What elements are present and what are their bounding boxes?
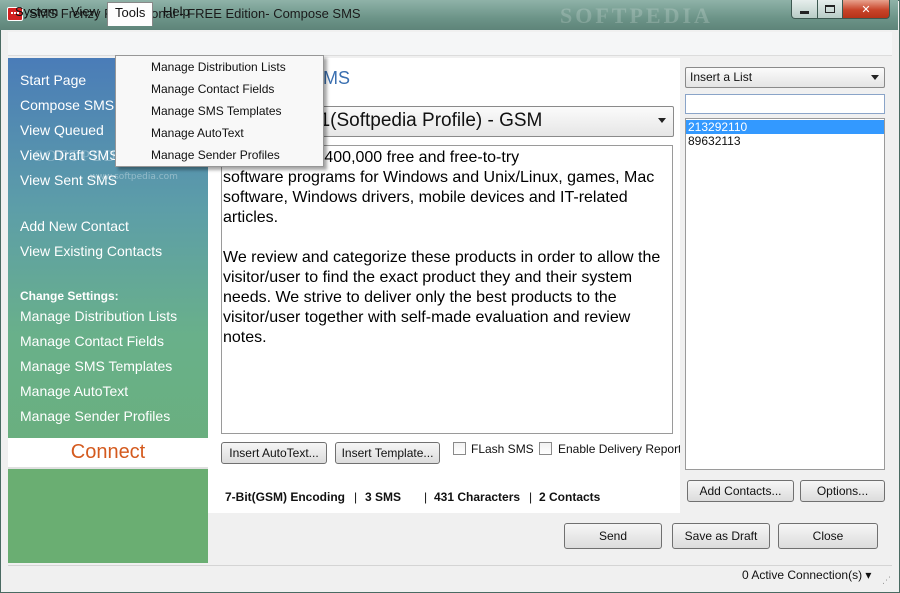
- menu-tools[interactable]: Tools: [107, 2, 154, 26]
- sidebar-watermark-url: www.softpedia.com: [90, 172, 178, 182]
- close-icon: ✕: [861, 2, 871, 16]
- recipient-search-input[interactable]: [685, 94, 885, 114]
- sender-profile-value: 21(Softpedia Profile) - GSM: [309, 110, 543, 131]
- window-close-button[interactable]: ✕: [842, 0, 890, 19]
- dropdown-arrow-icon: ▾: [865, 568, 872, 582]
- menu-bar: [8, 32, 892, 56]
- menu-item-contact-fields[interactable]: Manage Contact Fields: [151, 82, 274, 96]
- save-draft-button[interactable]: Save as Draft: [672, 523, 770, 549]
- message-text: library of over 400,000 free and free-to…: [223, 149, 661, 346]
- chevron-down-icon[interactable]: [658, 118, 666, 123]
- list-item[interactable]: 213292110: [686, 120, 884, 134]
- encoding-status: 7-Bit(GSM) Encoding: [225, 490, 345, 504]
- minimize-button[interactable]: [791, 0, 818, 19]
- menu-item-distribution-lists[interactable]: Manage Distribution Lists: [151, 60, 286, 74]
- sidebar-item-distribution-lists[interactable]: Manage Distribution Lists: [20, 308, 177, 324]
- chevron-down-icon[interactable]: [871, 75, 879, 80]
- resize-grip-icon[interactable]: ⋰: [882, 576, 891, 586]
- distribution-list-value: Insert a List: [690, 70, 753, 84]
- status-separator: |: [354, 490, 358, 504]
- menu-view[interactable]: View: [64, 2, 106, 22]
- connection-status[interactable]: 0 Active Connection(s) ▾: [742, 568, 871, 582]
- maximize-icon: [825, 5, 835, 13]
- options-button[interactable]: Options...: [800, 480, 885, 502]
- flash-sms-checkbox[interactable]: [453, 442, 466, 455]
- sidebar-footer: [8, 469, 208, 563]
- sidebar-item-contact-fields[interactable]: Manage Contact Fields: [20, 333, 164, 349]
- characters-status: 431 Characters: [434, 490, 521, 504]
- sidebar-item-sender-profiles[interactable]: Manage Sender Profiles: [20, 408, 170, 424]
- sms-count-status: 3 SMS: [365, 490, 402, 504]
- add-contacts-button[interactable]: Add Contacts...: [687, 480, 794, 502]
- sidebar-item-compose-sms[interactable]: Compose SMS: [20, 97, 114, 113]
- insert-autotext-button[interactable]: Insert AutoText...: [221, 442, 327, 464]
- sidebar-item-view-contacts[interactable]: View Existing Contacts: [20, 243, 162, 259]
- sidebar-item-autotext[interactable]: Manage AutoText: [20, 383, 128, 399]
- softpedia-watermark: SOFTPEDIA: [560, 3, 713, 28]
- delivery-report-label: Enable Delivery Report: [558, 442, 682, 456]
- menu-system[interactable]: System: [8, 2, 65, 22]
- recipient-list[interactable]: [685, 118, 885, 470]
- sidebar-item-start-page[interactable]: Start Page: [20, 72, 86, 88]
- menu-help[interactable]: Help: [156, 2, 197, 22]
- sidebar-item-view-queued[interactable]: View Queued: [20, 122, 104, 138]
- connection-status-text: 0 Active Connection(s): [742, 568, 863, 582]
- minimize-icon: [800, 10, 809, 14]
- sidebar-item-sms-templates[interactable]: Manage SMS Templates: [20, 358, 172, 374]
- list-item[interactable]: 89632113: [686, 134, 884, 148]
- flash-sms-label: FLash SMS: [471, 442, 534, 456]
- status-separator: |: [529, 490, 533, 504]
- settings-heading: Change Settings:: [20, 289, 119, 303]
- send-button[interactable]: Send: [564, 523, 662, 549]
- delivery-report-checkbox[interactable]: [539, 442, 552, 455]
- contacts-status: 2 Contacts: [539, 490, 601, 504]
- status-separator: |: [424, 490, 428, 504]
- menu-item-sender-profiles[interactable]: Manage Sender Profiles: [151, 148, 280, 162]
- maximize-button[interactable]: [817, 0, 843, 19]
- close-button[interactable]: Close: [778, 523, 878, 549]
- menu-item-autotext[interactable]: Manage AutoText: [151, 126, 244, 140]
- menu-item-sms-templates[interactable]: Manage SMS Templates: [151, 104, 282, 118]
- connect-button[interactable]: Connect: [8, 438, 208, 469]
- insert-template-button[interactable]: Insert Template...: [335, 442, 440, 464]
- sidebar-item-add-contact[interactable]: Add New Contact: [20, 218, 129, 234]
